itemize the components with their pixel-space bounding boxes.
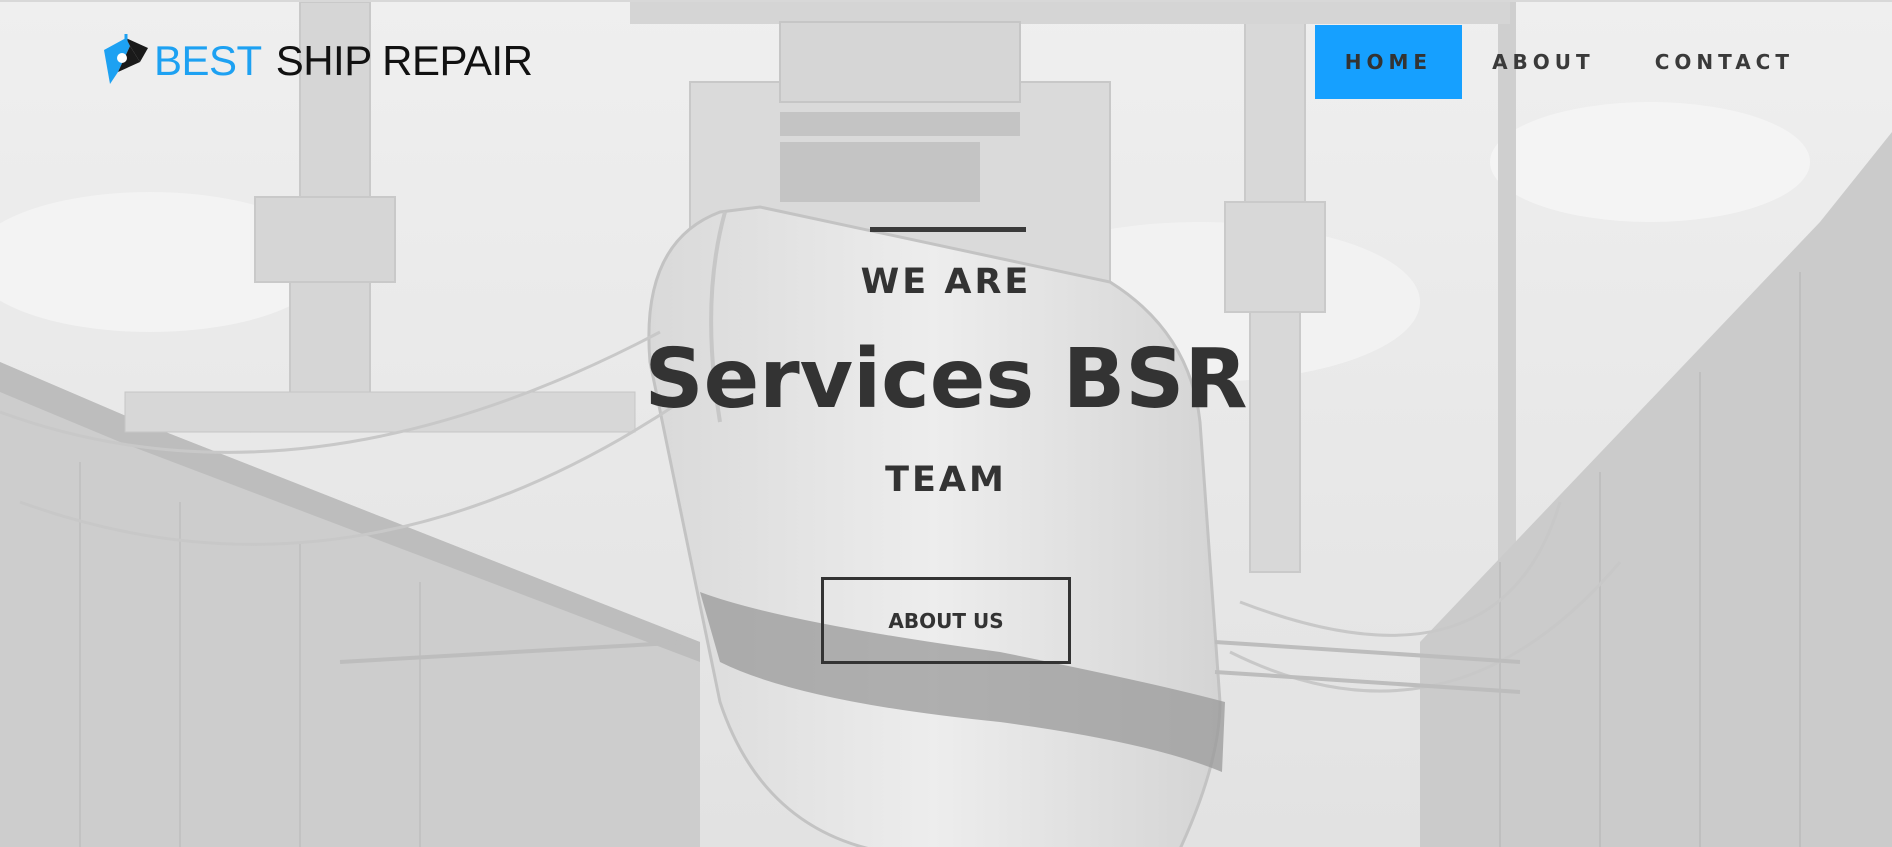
nav-about[interactable]: ABOUT: [1462, 25, 1625, 99]
nav-home[interactable]: HOME: [1314, 25, 1463, 99]
hero-section: BEST SHIP REPAIR HOME ABOUT CONTACT WE A…: [0, 0, 1892, 847]
logo-text-best: BEST: [154, 37, 262, 84]
hero-subtitle: TEAM: [885, 460, 1007, 500]
logo-text-ship-repair: SHIP REPAIR: [275, 37, 533, 84]
hero-divider: [870, 227, 1026, 232]
main-nav: HOME ABOUT CONTACT: [1314, 25, 1892, 99]
site-logo[interactable]: BEST SHIP REPAIR: [96, 32, 533, 90]
ship-logo-icon: [104, 34, 148, 84]
hero-headline: Services BSR: [644, 332, 1248, 427]
about-us-button[interactable]: ABOUT US: [821, 577, 1071, 664]
nav-contact[interactable]: CONTACT: [1625, 25, 1892, 99]
hero-kicker: WE ARE: [860, 262, 1032, 302]
